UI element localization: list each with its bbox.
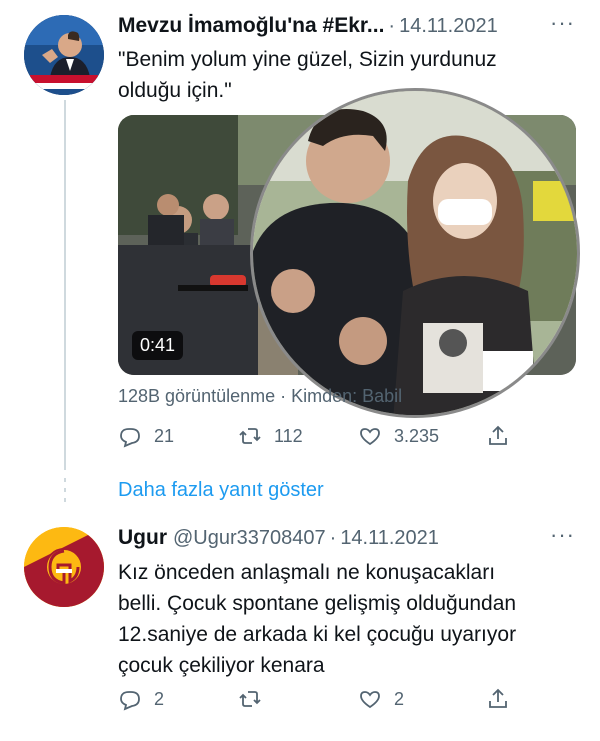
tweet-text: Kız önceden anlaşmalı ne konuşacakları b… xyxy=(118,561,517,677)
reply-button[interactable]: 21 xyxy=(118,424,238,448)
retweet-button[interactable] xyxy=(238,687,358,711)
reply-icon xyxy=(120,428,140,448)
more-horizontal-icon[interactable]: ··· xyxy=(550,522,575,548)
retweet-button[interactable]: 112 xyxy=(238,424,358,448)
timestamp[interactable]: 14.11.2021 xyxy=(340,527,439,550)
separator: · xyxy=(388,15,396,37)
galatasaray-logo-icon xyxy=(24,527,104,607)
thread-dot xyxy=(64,478,66,482)
video-duration: 0:41 xyxy=(132,331,184,360)
thread-dot xyxy=(64,498,66,502)
display-name[interactable]: Ugur xyxy=(118,526,167,550)
show-more-replies-link[interactable]: Daha fazla yanıt göster xyxy=(118,479,324,502)
reply-icon xyxy=(120,691,140,711)
zoom-circle-overlay xyxy=(250,88,580,418)
like-button[interactable]: 3.235 xyxy=(358,424,486,448)
tweet-header: Ugur @Ugur33708407 · 14.11.2021 xyxy=(118,526,439,550)
share-icon xyxy=(489,688,507,708)
tweet-actions: 2 2 xyxy=(118,687,510,711)
separator: · xyxy=(329,527,337,549)
like-count: 3.235 xyxy=(394,425,440,446)
share-icon xyxy=(489,425,507,445)
avatar-image xyxy=(24,15,104,95)
reply-button[interactable]: 2 xyxy=(118,687,238,711)
like-button[interactable]: 2 xyxy=(358,687,486,711)
more-horizontal-icon[interactable]: ··· xyxy=(550,10,575,36)
like-icon xyxy=(360,428,380,446)
view-count: 128B görüntülenme · Kimden: Babil xyxy=(118,386,403,406)
like-count: 2 xyxy=(394,688,405,709)
user-handle[interactable]: @Ugur33708407 xyxy=(173,527,326,550)
share-button[interactable] xyxy=(486,687,510,711)
reply-count: 21 xyxy=(154,425,175,446)
like-icon xyxy=(360,691,380,709)
retweet-icon xyxy=(239,428,261,444)
timestamp[interactable]: 14.11.2021 xyxy=(399,15,498,38)
reply-count: 2 xyxy=(154,688,165,709)
display-name[interactable]: Mevzu İmamoğlu'na #Ekr... xyxy=(118,14,384,38)
tweet-header: Mevzu İmamoğlu'na #Ekr... · 14.11.2021 xyxy=(118,14,498,38)
tweet-text: "Benim yolum yine güzel, Sizin yurdunuz … xyxy=(118,48,497,102)
avatar[interactable] xyxy=(24,15,104,95)
tweet-actions: 21 112 3.235 xyxy=(118,424,510,448)
thread-line xyxy=(64,100,66,470)
avatar[interactable] xyxy=(24,527,104,607)
retweet-count: 112 xyxy=(274,425,303,446)
share-button[interactable] xyxy=(486,424,510,448)
thread-dot xyxy=(64,488,66,492)
retweet-icon xyxy=(239,691,261,707)
zoomed-frame xyxy=(253,91,577,415)
